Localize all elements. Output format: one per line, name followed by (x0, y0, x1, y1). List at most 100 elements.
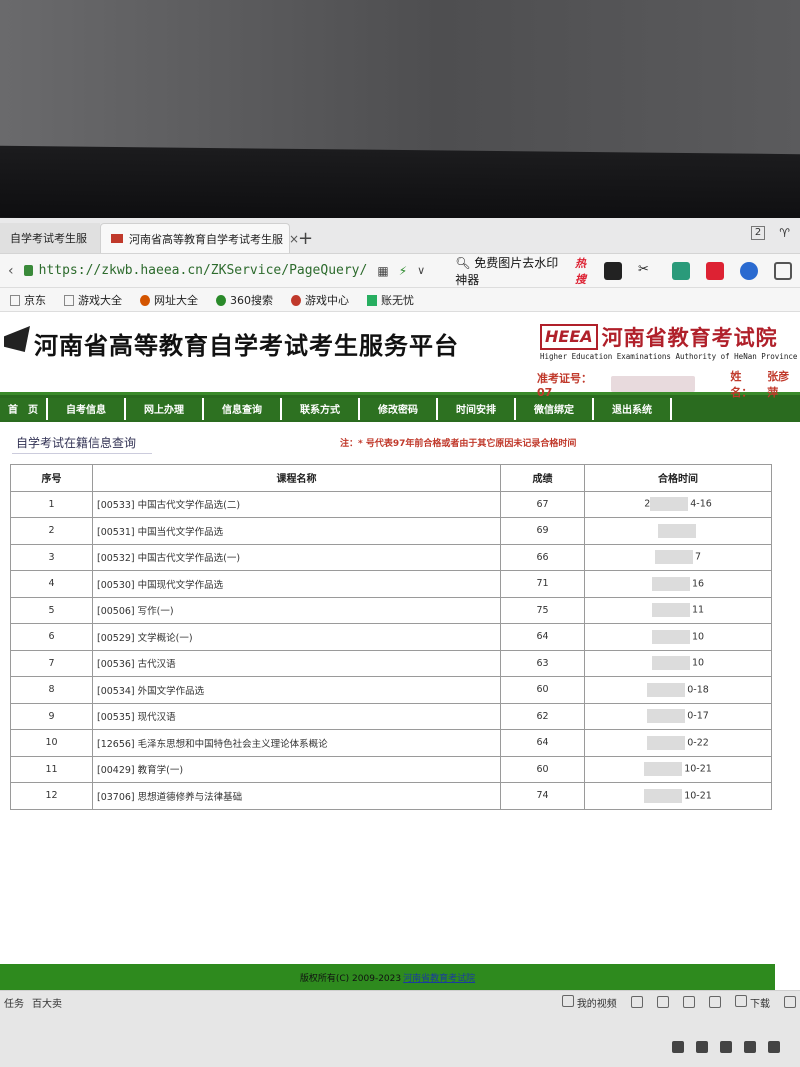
footer-org-link[interactable]: 河南省教育考试院 (403, 971, 475, 984)
bolt-icon[interactable]: ⚡ (399, 264, 407, 278)
course-name: [00534] 外国文学作品选 (92, 676, 501, 704)
redacted-date (651, 656, 690, 671)
page-icon (10, 295, 20, 306)
row-number: 9 (10, 702, 93, 730)
window-controls: 2 ♈ (750, 226, 790, 240)
volume-icon[interactable] (744, 1041, 756, 1053)
search-suggestion[interactable]: 🔍︎ 免费图片去水印神器 (455, 254, 565, 288)
org-english-name: Higher Education Examinations Authority … (540, 352, 798, 361)
row-number: 10 (10, 729, 93, 757)
row-number: 5 (10, 596, 93, 624)
table-row: 12 [03706] 思想道德修养与法律基础 74 10-21 (10, 782, 772, 810)
browser-tab-strip: 自学考试考生服 河南省高等教育自学考试考生服 × + 2 ♈ (0, 218, 800, 254)
video-button[interactable]: 我的视频 (561, 994, 617, 1010)
score: 60 (500, 755, 585, 783)
tray-icon[interactable] (672, 1041, 684, 1053)
pass-time: 10-21 (584, 755, 772, 783)
network-icon[interactable] (720, 1041, 732, 1053)
translate-icon[interactable] (672, 261, 690, 280)
score: 69 (500, 517, 585, 545)
pass-time: 10-21 (584, 782, 772, 810)
back-icon[interactable]: ‹ (8, 263, 14, 279)
game-icon[interactable] (706, 261, 724, 280)
course-name: [00535] 现代汉语 (92, 702, 501, 730)
pass-time: 0-22 (584, 729, 772, 757)
taskbar-item[interactable]: 百大卖 (32, 995, 62, 1010)
course-name: [00506] 写作(一) (92, 596, 501, 624)
pass-time-visible-suffix: 7 (694, 551, 702, 563)
nav-exam-info[interactable]: 自考信息 (48, 397, 126, 420)
tab-inactive[interactable]: 自学考试考生服 (0, 223, 100, 253)
photo-wall-background (0, 0, 800, 165)
settings-icon[interactable] (708, 996, 721, 1008)
tray-icon[interactable] (696, 1041, 708, 1053)
chevron-down-icon[interactable]: ∨ (417, 264, 425, 277)
pass-time-visible-suffix: 10 (691, 631, 705, 643)
heart-icon[interactable] (682, 996, 695, 1008)
nav-contact[interactable]: 联系方式 (282, 397, 360, 420)
magnifier-icon[interactable] (740, 261, 758, 280)
status-icons: 我的视频 下载 (561, 994, 796, 1010)
monitor-bezel (0, 145, 800, 227)
download-button[interactable]: 下载 (734, 994, 770, 1010)
nav-change-password[interactable]: 修改密码 (360, 397, 438, 420)
table-header-row: 序号 课程名称 成绩 合格时间 (10, 464, 772, 492)
row-number: 2 (10, 517, 93, 545)
score: 60 (500, 676, 585, 704)
row-number: 3 (10, 543, 93, 571)
reader-icon[interactable] (604, 261, 622, 280)
pass-time-visible-suffix: 10 (691, 657, 705, 669)
nav-logout[interactable]: 退出系统 (594, 397, 672, 420)
nav-wechat-bind[interactable]: 微信绑定 (516, 397, 594, 420)
bookmark-item[interactable]: 京东 (10, 292, 46, 308)
row-number: 8 (10, 676, 93, 704)
redacted-exam-number (610, 376, 695, 392)
row-number: 12 (10, 782, 93, 810)
bookmark-item[interactable]: 游戏大全 (64, 292, 122, 308)
taskbar-item[interactable]: 任务 (4, 995, 24, 1010)
score: 74 (500, 782, 585, 810)
site-title: 河南省高等教育自学考试考生服务平台 (34, 332, 459, 360)
screen-icon[interactable] (656, 996, 669, 1008)
nav-home[interactable]: 首 页 (0, 397, 48, 420)
url-text: https://zkwb.haeea.cn/ZKService/PageQuer… (38, 263, 368, 278)
nav-schedule[interactable]: 时间安排 (438, 397, 516, 420)
table-row: 11 [00429] 教育学(一) 60 10-21 (10, 755, 772, 783)
copyright-text: 版权所有(C) 2009-2023 (299, 973, 402, 984)
table-row: 4 [00530] 中国现代文学作品选 71 16 (10, 570, 772, 598)
redacted-date (651, 603, 690, 618)
qr-icon[interactable]: ▦ (377, 264, 388, 278)
url-field[interactable]: https://zkwb.haeea.cn/ZKService/PageQuer… (23, 259, 368, 283)
score: 64 (500, 729, 585, 757)
org-name: 河南省教育考试院 (601, 326, 778, 350)
bookmark-item[interactable]: 网址大全 (140, 292, 198, 308)
nav-online-service[interactable]: 网上办理 (126, 397, 204, 420)
bookmark-item[interactable]: 360搜索 (216, 292, 273, 308)
new-tab-button[interactable]: + (290, 228, 321, 253)
shield-icon[interactable] (630, 996, 643, 1008)
pass-time-visible-suffix: 0-22 (687, 737, 709, 749)
name-value: 张彦萍 (767, 370, 790, 399)
bookmark-item[interactable]: 账无忧 (367, 292, 414, 308)
pass-time-visible-suffix: 0-17 (687, 710, 709, 722)
row-number: 4 (10, 570, 93, 598)
bookmarks-bar: 京东 游戏大全 网址大全 360搜索 游戏中心 账无忧 (0, 288, 800, 312)
score: 63 (500, 649, 585, 677)
table-row: 7 [00536] 古代汉语 63 10 (10, 649, 772, 677)
col-header-course: 课程名称 (92, 464, 501, 492)
tray-icon[interactable] (768, 1041, 780, 1053)
tab-count-icon[interactable]: 2 (750, 226, 766, 240)
scissors-icon[interactable]: ✂ (638, 262, 656, 280)
pass-time (584, 517, 772, 545)
menu-icon[interactable] (784, 996, 796, 1008)
grid-icon[interactable] (774, 261, 792, 280)
tab-active[interactable]: 河南省高等教育自学考试考生服 × (100, 223, 299, 253)
nav-info-query[interactable]: 信息查询 (204, 397, 282, 420)
score: 75 (500, 596, 585, 624)
gift-icon[interactable]: ♈ (779, 226, 790, 240)
hot-label[interactable]: 热搜 (575, 255, 594, 287)
web-page: 河南省高等教育自学考试考生服务平台 HEEA 河南省教育考试院 Higher E… (0, 312, 800, 1067)
table-row: 10 [12656] 毛泽东思想和中国特色社会主义理论体系概论 64 0-22 (10, 729, 772, 757)
site-logo-icon (4, 326, 30, 352)
bookmark-item[interactable]: 游戏中心 (291, 292, 349, 308)
